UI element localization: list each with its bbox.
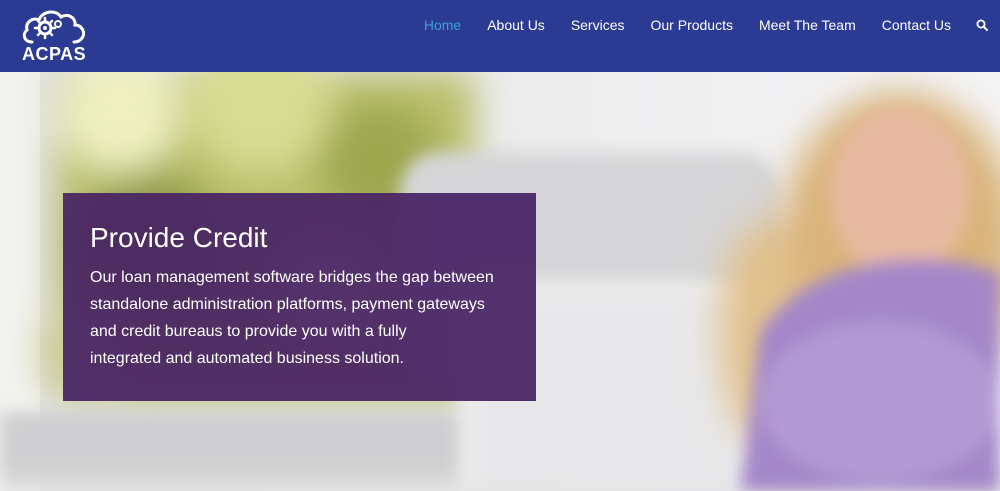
hero-banner: Provide Credit Our loan management softw…: [0, 72, 1000, 491]
hero-title: Provide Credit: [90, 222, 268, 253]
nav-item-our-products[interactable]: Our Products: [638, 16, 746, 36]
brand-logo[interactable]: ACPAS: [18, 6, 90, 64]
nav-item-contact-us[interactable]: Contact Us: [869, 16, 964, 36]
hero-description: Our loan management software bridges the…: [90, 264, 520, 372]
main-nav: Home About Us Services Our Products Meet…: [411, 16, 964, 36]
nav-item-about-us[interactable]: About Us: [474, 16, 558, 36]
nav-item-home[interactable]: Home: [411, 16, 474, 36]
hero-description-line: and credit bureaus to provide you with a…: [90, 323, 407, 340]
nav-item-services[interactable]: Services: [558, 16, 638, 36]
hero-description-line: Our loan management software bridges the…: [90, 269, 494, 286]
hero-card: Provide Credit Our loan management softw…: [63, 193, 536, 401]
nav-item-meet-the-team[interactable]: Meet The Team: [746, 16, 869, 36]
cloud-gears-icon: [22, 10, 86, 44]
brand-name: ACPAS: [22, 44, 87, 64]
search-icon[interactable]: [976, 19, 988, 31]
site-header: ACPAS Home About Us Services Our Product…: [0, 0, 1000, 72]
hero-description-line: integrated and automated business soluti…: [90, 350, 404, 367]
hero-description-line: standalone administration platforms, pay…: [90, 296, 485, 313]
